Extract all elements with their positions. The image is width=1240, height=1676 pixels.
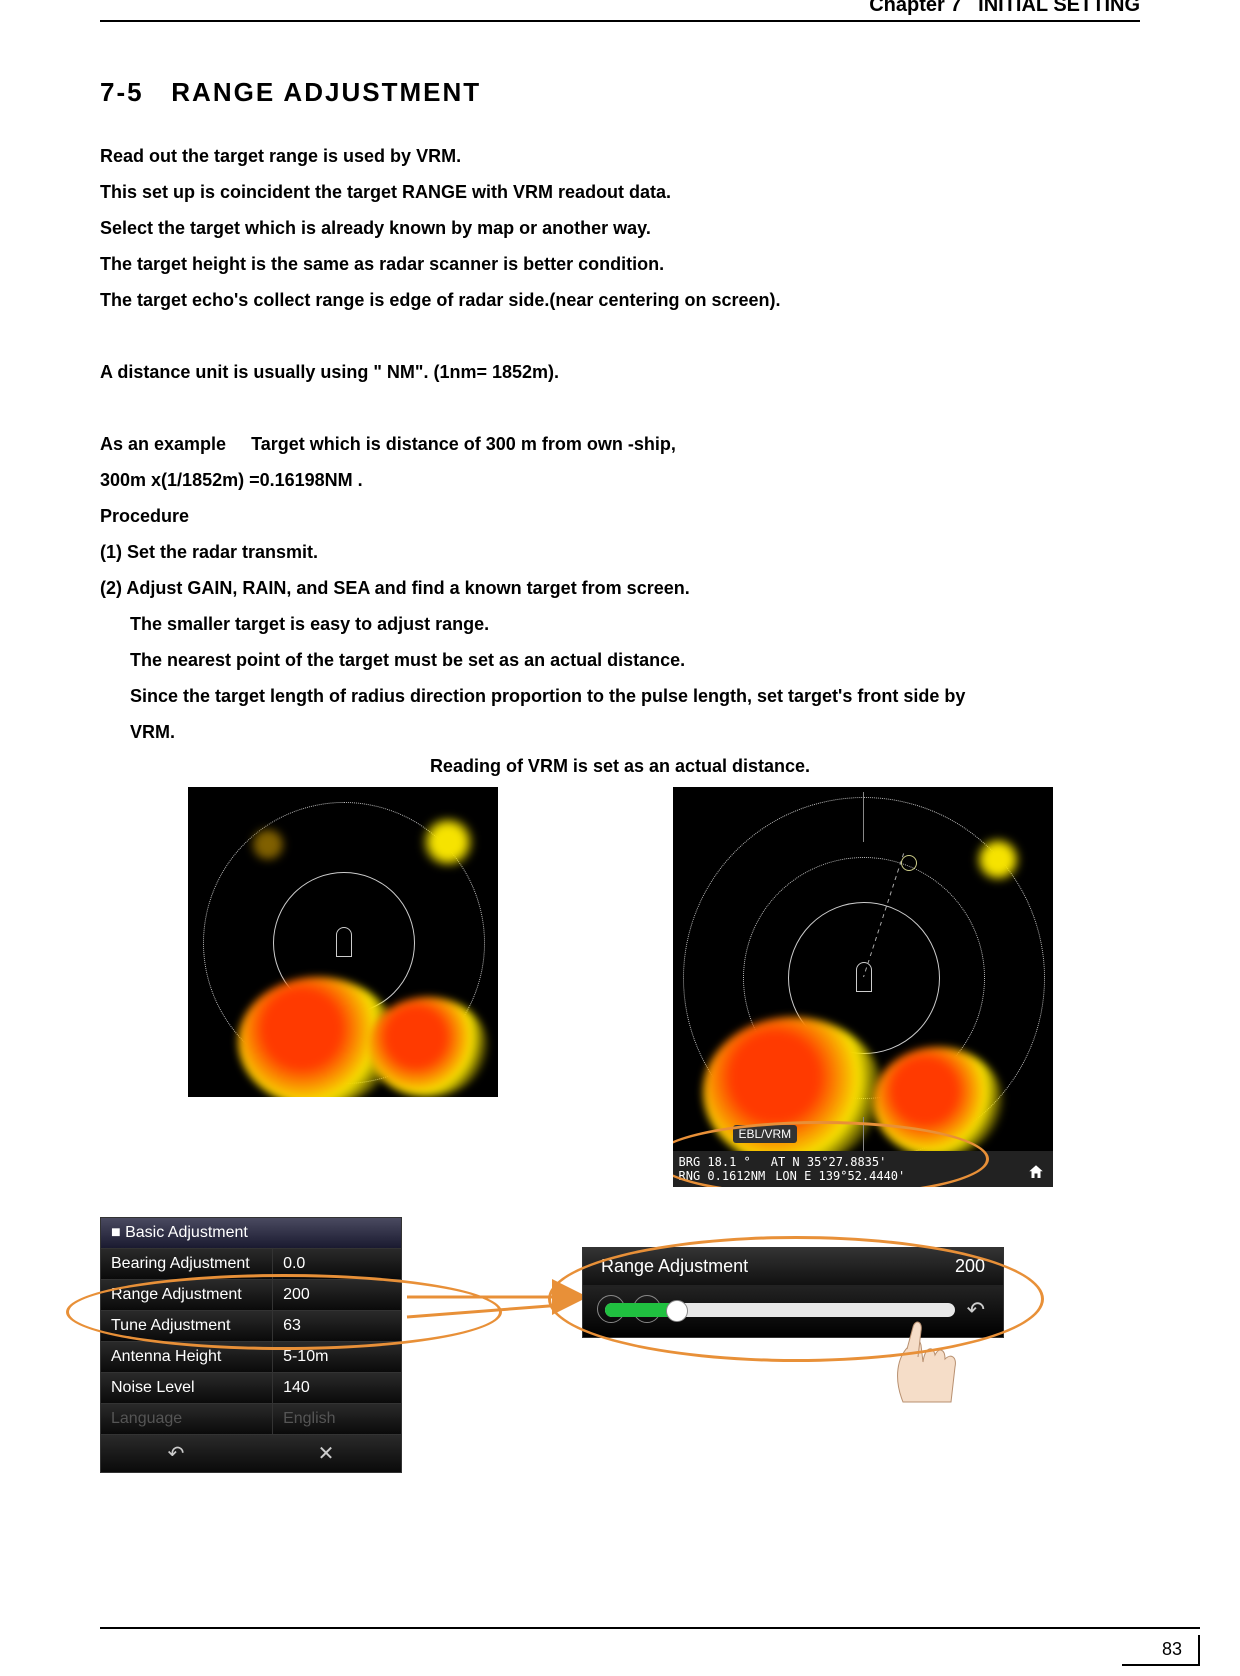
menu-label: Noise Level (101, 1373, 273, 1403)
menu-row-noise[interactable]: Noise Level 140 (101, 1372, 401, 1403)
header-text: Chapter 7 INITIAL SETTING (100, 0, 1140, 17)
section-title: 7-5 RANGE ADJUSTMENT (100, 77, 1140, 108)
body-text: Read out the target range is used by VRM… (100, 138, 1140, 750)
para-5: The target echo's collect range is edge … (100, 282, 1140, 318)
section-name: RANGE ADJUSTMENT (171, 77, 481, 107)
para-4: The target height is the same as radar s… (100, 246, 1140, 282)
menu-value: 140 (273, 1373, 401, 1403)
highlight-circle-slider (548, 1236, 1044, 1362)
step-1: (1) Set the radar transmit. (100, 534, 1140, 570)
chapter-label: Chapter 7 (869, 0, 961, 16)
radar-screenshot-left (188, 787, 498, 1097)
menu-value: English (273, 1404, 401, 1434)
para-7: As an example Target which is distance o… (100, 426, 1140, 462)
chapter-title: INITIAL SETTING (978, 0, 1140, 16)
figure-caption: Reading of VRM is set as an actual dista… (100, 756, 1140, 777)
step-2b: The nearest point of the target must be … (100, 642, 1140, 678)
radar-screenshot-right: EBL/VRM BRG 18.1 ° AT N 35°27.8835' RNG … (673, 787, 1053, 1187)
footer-rule (100, 1627, 1200, 1629)
home-icon[interactable] (1027, 1163, 1045, 1181)
close-button[interactable]: ✕ (251, 1435, 401, 1472)
section-number: 7-5 (100, 77, 144, 107)
menu-row-language: Language English (101, 1403, 401, 1434)
para-6: A distance unit is usually using " NM". … (100, 354, 1140, 390)
range-adjustment-panel: Range Adjustment 200 − + ↶ .slider-panel… (582, 1247, 1004, 1338)
page-number: 83 (1122, 1635, 1200, 1666)
step-2c: Since the target length of radius direct… (100, 678, 1140, 714)
procedure-label: Procedure (100, 498, 1140, 534)
step-2a: The smaller target is easy to adjust ran… (100, 606, 1140, 642)
step-2d: VRM. (100, 714, 1140, 750)
header-rule (100, 20, 1140, 22)
para-3: Select the target which is already known… (100, 210, 1140, 246)
para-8: 300m x(1/1852m) =0.16198NM . (100, 462, 1140, 498)
back-button[interactable]: ↶ (101, 1435, 251, 1472)
step-2: (2) Adjust GAIN, RAIN, and SEA and find … (100, 570, 1140, 606)
menu-label: Language (101, 1404, 273, 1434)
para-1: Read out the target range is used by VRM… (100, 138, 1140, 174)
basic-adjustment-menu: ■ Basic Adjustment Bearing Adjustment 0.… (100, 1217, 402, 1473)
para-2: This set up is coincident the target RAN… (100, 174, 1140, 210)
highlight-circle-menu (66, 1274, 502, 1350)
menu-header: ■ Basic Adjustment (101, 1218, 401, 1248)
